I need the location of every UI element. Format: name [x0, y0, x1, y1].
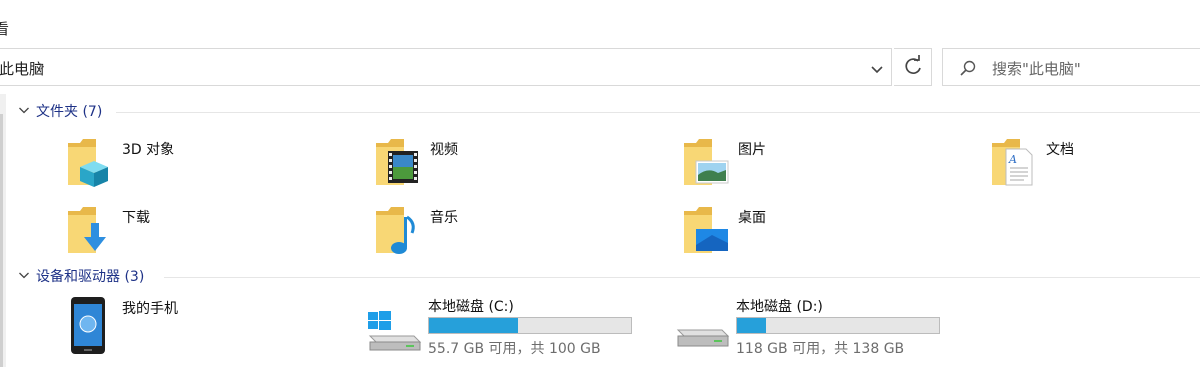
- device-phone[interactable]: 我的手机: [66, 296, 316, 358]
- group-header-devices[interactable]: 设备和驱动器 (3): [18, 268, 1200, 288]
- address-row: 此电脑 › 搜索"此电脑": [0, 44, 1200, 94]
- group-divider: [164, 277, 1200, 278]
- folder-documents[interactable]: A 文档: [990, 137, 1190, 197]
- documents-folder-icon: A: [992, 139, 1033, 186]
- drive-capacity-text: 55.7 GB 可用，共 100 GB: [428, 341, 601, 357]
- drive-label: 本地磁盘 (D:): [736, 299, 823, 315]
- folder-label: 桌面: [738, 210, 766, 226]
- folder-label: 文档: [1046, 142, 1074, 158]
- tab-view[interactable]: 看: [0, 18, 9, 39]
- navigation-pane-edge: [0, 94, 6, 367]
- search-placeholder: 搜索"此电脑": [992, 60, 1081, 78]
- folder-desktop[interactable]: 桌面: [682, 205, 932, 265]
- drive-usage-fill: [429, 318, 519, 333]
- phone-icon: [71, 297, 105, 354]
- breadcrumb-this-pc[interactable]: 此电脑: [0, 58, 44, 79]
- group-label: 文件夹 (7): [36, 104, 103, 120]
- folder-label: 视频: [430, 142, 458, 158]
- desktop-folder-icon: [684, 207, 728, 253]
- videos-folder-icon: [376, 139, 418, 185]
- windows-drive-icon: [368, 311, 422, 351]
- pictures-folder-icon: [684, 139, 729, 185]
- music-folder-icon: [376, 207, 415, 254]
- drive-capacity-text: 118 GB 可用，共 138 GB: [736, 341, 905, 357]
- folder-label: 音乐: [430, 210, 458, 226]
- hard-drive-icon: [676, 329, 730, 347]
- ribbon: 看: [0, 0, 1200, 45]
- search-icon: [960, 60, 976, 76]
- drive-usage-fill: [737, 318, 767, 333]
- folder-3d-objects[interactable]: 3D 对象: [66, 137, 316, 197]
- folder-pictures[interactable]: 图片: [682, 137, 932, 197]
- search-input[interactable]: 搜索"此电脑": [942, 48, 1200, 86]
- address-bar[interactable]: 此电脑 ›: [0, 48, 892, 86]
- 3d-objects-folder-icon: [68, 139, 108, 187]
- folder-label: 3D 对象: [122, 142, 175, 158]
- chevron-down-icon[interactable]: [865, 57, 889, 81]
- drive-usage-bar: [428, 317, 632, 334]
- downloads-folder-icon: [68, 207, 106, 253]
- folder-music[interactable]: 音乐: [374, 205, 624, 265]
- drive-usage-bar: [736, 317, 940, 334]
- svg-text:A: A: [1008, 153, 1017, 166]
- folder-downloads[interactable]: 下载: [66, 205, 316, 265]
- drive-c[interactable]: 本地磁盘 (C:) 55.7 GB 可用，共 100 GB: [366, 296, 646, 358]
- device-label: 我的手机: [122, 301, 178, 317]
- folder-label: 图片: [738, 142, 766, 158]
- group-divider: [116, 112, 1200, 113]
- folder-videos[interactable]: 视频: [374, 137, 624, 197]
- refresh-button[interactable]: [894, 48, 932, 86]
- drive-d[interactable]: 本地磁盘 (D:) 118 GB 可用，共 138 GB: [674, 296, 954, 358]
- breadcrumb-chevron-icon[interactable]: ›: [39, 57, 45, 75]
- group-header-folders[interactable]: 文件夹 (7): [18, 103, 1200, 123]
- group-label: 设备和驱动器 (3): [36, 269, 145, 285]
- chevron-down-icon[interactable]: [18, 269, 30, 281]
- drive-label: 本地磁盘 (C:): [428, 299, 514, 315]
- refresh-icon: [905, 55, 921, 74]
- chevron-down-icon[interactable]: [18, 104, 30, 116]
- folder-label: 下载: [122, 210, 150, 226]
